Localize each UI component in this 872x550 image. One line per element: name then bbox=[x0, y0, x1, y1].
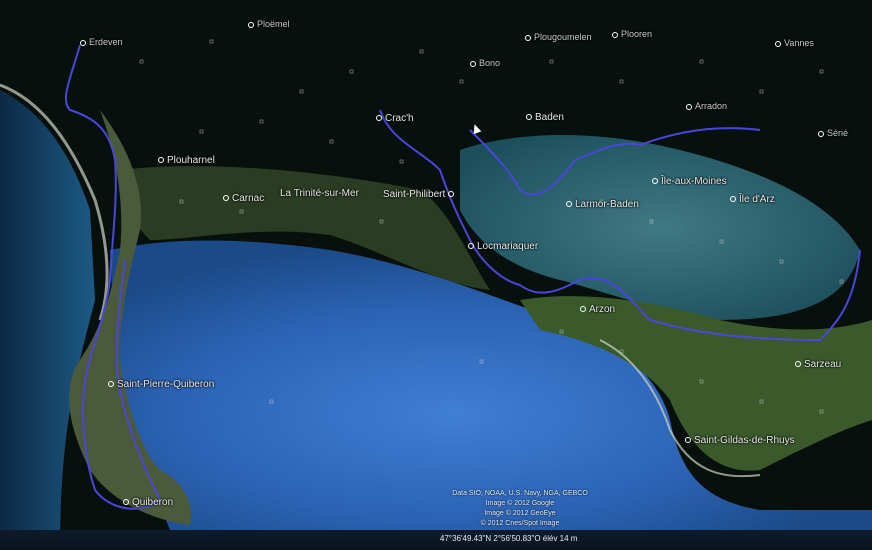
place-label-sarzeau[interactable]: Sarzeau bbox=[795, 359, 841, 370]
place-label-saint-gildas-de-rhuys[interactable]: Saint-Gildas-de-Rhuys bbox=[685, 435, 795, 446]
place-label-sene[interactable]: Séné bbox=[818, 128, 848, 138]
place-marker-icon bbox=[818, 130, 824, 137]
place-label-locmariaquer[interactable]: Locmariaquer bbox=[468, 241, 538, 252]
place-marker-icon bbox=[448, 191, 455, 198]
place-marker-icon bbox=[223, 195, 229, 202]
place-label-saint-philibert[interactable]: Saint-Philibert bbox=[383, 189, 457, 200]
place-marker-icon bbox=[123, 499, 129, 506]
place-label-arradon[interactable]: Arradon bbox=[686, 101, 727, 111]
attribution-line: Data SIO, NOAA, U.S. Navy, NGA, GEBCO bbox=[452, 490, 588, 497]
place-label-plougoumelen[interactable]: Plougoumelen bbox=[525, 32, 592, 42]
place-marker-icon bbox=[566, 201, 572, 208]
place-marker-icon bbox=[795, 361, 801, 368]
place-marker-icon bbox=[376, 115, 382, 122]
place-marker-icon bbox=[248, 21, 254, 28]
place-marker-icon bbox=[470, 60, 476, 67]
place-label-quiberon[interactable]: Quiberon bbox=[123, 497, 173, 508]
imagery-attribution: Data SIO, NOAA, U.S. Navy, NGA, GEBCO Im… bbox=[430, 489, 610, 529]
status-bar: 47°36'49.43"N 2°56'50.83"O élév 14 m bbox=[0, 530, 872, 550]
place-marker-icon bbox=[730, 196, 736, 203]
place-marker-icon bbox=[652, 178, 658, 185]
place-label-baden[interactable]: Baden bbox=[526, 112, 564, 123]
attribution-line: Image © 2012 Google bbox=[485, 500, 555, 507]
attribution-line: Image © 2012 GeoEye bbox=[484, 510, 556, 517]
place-label-larmor-baden[interactable]: Larmor-Baden bbox=[566, 199, 639, 210]
place-marker-icon bbox=[158, 157, 164, 164]
place-label-bono[interactable]: Bono bbox=[470, 58, 500, 68]
place-label-plooren[interactable]: Plooren bbox=[612, 29, 652, 39]
coordinate-readout: 47°36'49.43"N 2°56'50.83"O élév 14 m bbox=[440, 534, 578, 543]
place-label-saint-pierre-quiberon[interactable]: Saint-Pierre-Quiberon bbox=[108, 379, 214, 390]
place-marker-icon bbox=[580, 306, 586, 313]
place-label-carnac[interactable]: Carnac bbox=[223, 193, 264, 204]
place-label-crach[interactable]: Crac'h bbox=[376, 113, 414, 124]
place-label-ploemel[interactable]: Ploëmel bbox=[248, 19, 290, 29]
place-label-erdeven[interactable]: Erdeven bbox=[80, 37, 123, 47]
place-marker-icon bbox=[468, 243, 474, 250]
place-marker-icon bbox=[775, 40, 781, 47]
place-marker-icon bbox=[686, 103, 692, 110]
attribution-line: © 2012 Cnes/Spot Image bbox=[480, 520, 560, 527]
place-label-ile-aux-moines[interactable]: Île-aux-Moines bbox=[652, 176, 727, 187]
place-label-la-trinite-sur-mer[interactable]: La Trinité-sur-Mer bbox=[280, 188, 359, 199]
place-label-arzon[interactable]: Arzon bbox=[580, 304, 615, 315]
place-marker-icon bbox=[108, 381, 114, 388]
place-marker-icon bbox=[525, 34, 531, 41]
place-marker-icon bbox=[526, 114, 532, 121]
place-marker-icon bbox=[685, 437, 691, 444]
place-marker-icon bbox=[80, 39, 86, 46]
satellite-map[interactable] bbox=[0, 0, 872, 550]
place-label-plouharnel[interactable]: Plouharnel bbox=[158, 155, 215, 166]
place-label-ile-d-arz[interactable]: Île d'Arz bbox=[730, 194, 775, 205]
place-label-vannes[interactable]: Vannes bbox=[775, 38, 814, 48]
place-marker-icon bbox=[612, 31, 618, 38]
